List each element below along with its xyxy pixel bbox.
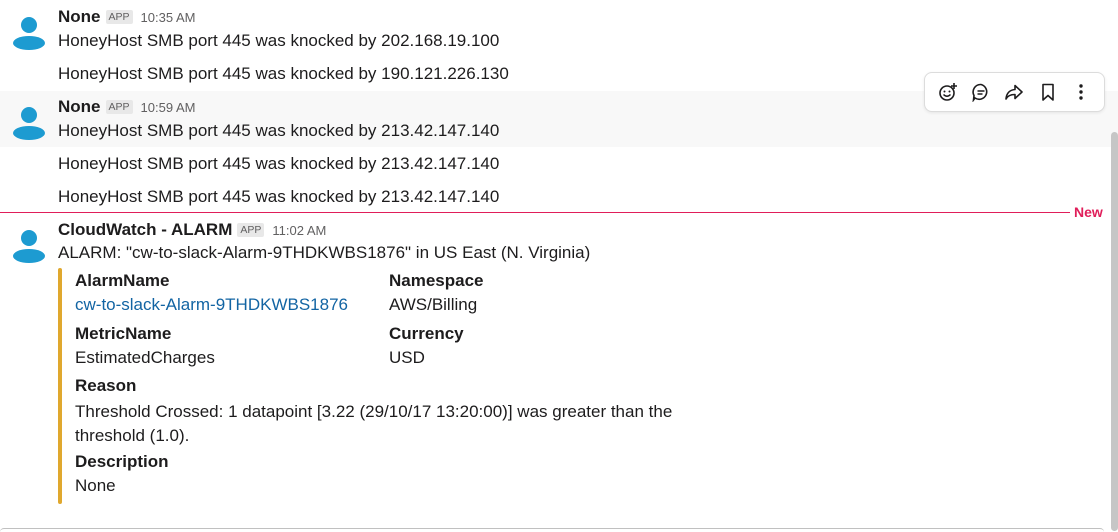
sender-name[interactable]: None [58,97,101,117]
message-text: HoneyHost SMB port 445 was knocked by 21… [58,121,500,140]
more-actions-button[interactable] [1067,78,1095,106]
bookmark-icon [1042,83,1054,101]
reply-in-thread-button[interactable] [967,78,995,106]
field-value-currency: USD [389,348,425,367]
app-badge: APP [237,223,265,237]
message-composer-edge [0,528,1104,532]
field-title-currency: Currency [389,324,464,343]
new-messages-divider [0,212,1070,213]
message-text: HoneyHost SMB port 445 was knocked by 21… [58,154,500,173]
timestamp[interactable]: 10:35 AM [141,10,196,25]
field-value-description: None [75,476,116,495]
scrollbar-thumb[interactable] [1111,132,1118,531]
field-title-namespace: Namespace [389,271,484,290]
timestamp[interactable]: 11:02 AM [272,223,326,238]
field-title-reason: Reason [75,376,137,395]
add-reaction-icon [938,83,957,101]
field-value-namespace: AWS/Billing [389,295,478,314]
message-text: HoneyHost SMB port 445 was knocked by 20… [58,31,500,50]
message-text: HoneyHost SMB port 445 was knocked by 21… [58,187,500,206]
sender-name[interactable]: None [58,7,101,27]
sender-name[interactable]: CloudWatch - ALARM [58,220,232,240]
save-for-later-button[interactable] [1034,78,1062,106]
app-badge: APP [105,10,133,24]
add-reaction-button[interactable] [934,78,962,106]
alarm-attachment: AlarmName cw-to-slack-Alarm-9THDKWBS1876… [58,268,678,504]
user-avatar-icon[interactable] [8,223,50,265]
field-title-description: Description [75,452,169,471]
message-actions-toolbar [924,72,1105,112]
share-icon [1005,84,1024,100]
field-value-alarmname-link[interactable]: cw-to-slack-Alarm-9THDKWBS1876 [75,294,348,316]
field-title-metricname: MetricName [75,324,172,343]
reply-in-thread-icon [972,83,988,102]
share-message-button[interactable] [1000,78,1028,106]
alarm-message-text: ALARM: "cw-to-slack-Alarm-9THDKWBS1876" … [58,243,591,262]
more-actions-icon [1079,84,1083,100]
field-value-metricname: EstimatedCharges [75,348,215,367]
message-text: HoneyHost SMB port 445 was knocked by 19… [58,64,509,83]
timestamp[interactable]: 10:59 AM [141,100,196,115]
attachment-color-bar [58,268,62,504]
user-avatar-icon[interactable] [8,100,50,142]
app-badge: APP [105,100,133,114]
user-avatar-icon[interactable] [8,10,50,52]
field-title-alarmname: AlarmName [75,271,170,290]
new-messages-label: New [1074,204,1103,220]
field-value-reason: Threshold Crossed: 1 datapoint [3.22 (29… [75,402,673,445]
